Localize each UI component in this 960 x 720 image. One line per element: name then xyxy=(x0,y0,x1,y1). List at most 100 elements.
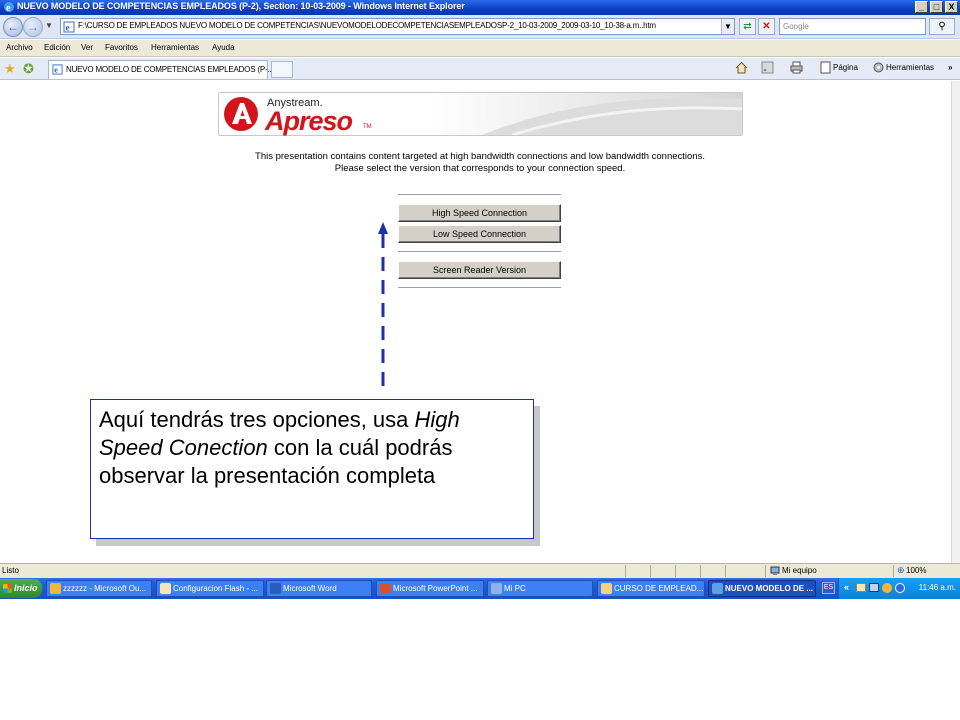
intro-line-1: This presentation contains content targe… xyxy=(255,151,705,162)
tools-gear-icon xyxy=(873,62,884,73)
tab-row: ★ ✪ e NUEVO MODELO DE COMPETENCIAS EMPLE… xyxy=(0,58,960,80)
menu-ayuda[interactable]: Ayuda xyxy=(212,43,235,52)
taskbar-item-label: Configuracion Flash - ... xyxy=(173,584,258,593)
status-bar: Listo Mi equipo ⊕ 100% xyxy=(0,563,960,578)
svg-text:e: e xyxy=(54,66,58,75)
window-titlebar: e NUEVO MODELO DE COMPETENCIAS EMPLEADOS… xyxy=(0,0,960,15)
history-dropdown-icon[interactable]: ▼ xyxy=(45,21,53,30)
clock: 11:46 a.m. xyxy=(918,583,956,592)
logo-apreso-text: Apreso xyxy=(265,106,353,136)
menu-archivo[interactable]: Archivo xyxy=(6,43,33,52)
status-divider xyxy=(700,565,701,577)
taskbar-item-label: NUEVO MODELO DE ... xyxy=(725,584,814,593)
menu-edicion[interactable]: Edición xyxy=(44,43,70,52)
search-input[interactable]: Google xyxy=(779,18,926,35)
intro-text: This presentation contains content targe… xyxy=(190,151,770,175)
taskbar-item-label: CURSO DE EMPLEAD... xyxy=(614,584,704,593)
tray-update-icon[interactable] xyxy=(895,583,905,593)
tray-mail-icon[interactable] xyxy=(856,583,866,592)
taskbar-item-label: Microsoft Word xyxy=(283,584,337,593)
status-divider xyxy=(650,565,651,577)
svg-text:e: e xyxy=(66,23,70,33)
tray-network-icon[interactable] xyxy=(869,583,879,592)
search-button[interactable]: ⚲ xyxy=(929,18,955,35)
address-dropdown-icon[interactable]: ▼ xyxy=(721,19,734,34)
vertical-scrollbar[interactable] xyxy=(951,81,960,563)
back-button[interactable]: ← xyxy=(3,17,23,37)
security-zone: Mi equipo xyxy=(782,566,817,575)
low-speed-button[interactable]: Low Speed Connection xyxy=(398,225,561,243)
high-speed-button[interactable]: High Speed Connection xyxy=(398,204,561,222)
favorites-star-icon[interactable]: ★ xyxy=(4,61,16,77)
home-icon[interactable] xyxy=(735,61,748,74)
pointer-arrow-annotation xyxy=(378,222,388,394)
mail-icon xyxy=(160,583,171,594)
logo-trademark: TM xyxy=(363,124,372,130)
status-divider xyxy=(893,565,894,577)
outlook-icon xyxy=(50,583,61,594)
address-input[interactable]: e F:\CURSO DE EMPLEADOS NUEVO MODELO DE … xyxy=(60,18,735,35)
address-row: ← → ▼ e F:\CURSO DE EMPLEADOS NUEVO MODE… xyxy=(0,15,960,39)
apreso-logo-icon xyxy=(224,97,258,131)
zoom-icon: ⊕ xyxy=(897,565,905,575)
forward-arrow-icon: → xyxy=(27,20,39,34)
tray-expand-chevron[interactable]: « xyxy=(844,582,849,592)
taskbar-item-config-flash[interactable]: Configuracion Flash - ... xyxy=(156,580,264,597)
tools-menu[interactable]: Herramientas xyxy=(886,63,934,72)
status-divider xyxy=(725,565,726,577)
tray-outlook-icon[interactable] xyxy=(882,583,892,593)
callout-text: Aquí tendrás tres opciones, usa High Spe… xyxy=(99,406,525,490)
tab-current[interactable]: e NUEVO MODELO DE COMPETENCIAS EMPLEADOS… xyxy=(48,60,274,79)
windows-flag-icon xyxy=(3,584,12,593)
add-favorite-icon[interactable]: ✪ xyxy=(23,61,34,77)
print-icon[interactable] xyxy=(790,61,803,74)
menu-ver[interactable]: Ver xyxy=(81,43,93,52)
back-arrow-icon: ← xyxy=(7,20,19,34)
page-menu-icon xyxy=(820,61,831,74)
svg-text:e: e xyxy=(6,3,11,13)
taskbar-item-label: Mi PC xyxy=(504,584,526,593)
folder-icon xyxy=(601,583,612,594)
apreso-logo-banner: Anystream. Apreso TM xyxy=(218,92,743,136)
forward-button[interactable]: → xyxy=(23,17,43,37)
taskbar-item-folder[interactable]: CURSO DE EMPLEAD... xyxy=(597,580,705,597)
more-commands-chevron[interactable]: » xyxy=(948,63,952,72)
close-button[interactable]: X xyxy=(945,1,958,13)
taskbar-item-label: Microsoft PowerPoint ... xyxy=(393,584,478,593)
callout-text-part1: Aquí tendrás tres opciones, usa xyxy=(99,407,415,432)
page-icon: e xyxy=(63,21,75,33)
powerpoint-icon xyxy=(380,583,391,594)
start-button[interactable]: Inicio xyxy=(0,579,42,598)
screen-reader-button[interactable]: Screen Reader Version xyxy=(398,261,561,279)
windows-taskbar: Inicio zzzzzz - Microsoft Ou... Configur… xyxy=(0,578,960,599)
minimize-button[interactable]: _ xyxy=(915,1,928,13)
status-divider xyxy=(765,565,766,577)
maximize-button[interactable]: □ xyxy=(930,1,943,13)
system-tray: « 11:46 a.m. xyxy=(838,578,960,599)
url-text: F:\CURSO DE EMPLEADOS NUEVO MODELO DE CO… xyxy=(78,21,656,30)
status-text: Listo xyxy=(2,566,19,575)
banner-swoosh-graphic xyxy=(482,98,742,135)
word-icon xyxy=(270,583,281,594)
ie-icon xyxy=(712,583,723,594)
zoom-level[interactable]: 100% xyxy=(906,566,926,575)
intro-line-2: Please select the version that correspon… xyxy=(334,163,626,174)
menu-favoritos[interactable]: Favoritos xyxy=(105,43,138,52)
taskbar-item-ie-active[interactable]: NUEVO MODELO DE ... xyxy=(708,580,816,597)
refresh-button[interactable]: ⇄ xyxy=(739,18,756,35)
instruction-callout: Aquí tendrás tres opciones, usa High Spe… xyxy=(90,399,534,539)
language-indicator[interactable]: ES xyxy=(822,582,835,594)
stop-button[interactable]: ✕ xyxy=(758,18,775,35)
taskbar-item-powerpoint[interactable]: Microsoft PowerPoint ... xyxy=(376,580,484,597)
menu-herramientas[interactable]: Herramientas xyxy=(151,43,199,52)
options-bottom-rule xyxy=(398,287,561,289)
computer-icon xyxy=(491,583,502,594)
rss-feed-icon[interactable] xyxy=(761,61,774,74)
taskbar-item-outlook[interactable]: zzzzzz - Microsoft Ou... xyxy=(46,580,152,597)
new-tab-button[interactable] xyxy=(271,61,293,78)
taskbar-item-label: zzzzzz - Microsoft Ou... xyxy=(63,584,147,593)
status-divider xyxy=(675,565,676,577)
taskbar-item-word[interactable]: Microsoft Word xyxy=(266,580,372,597)
taskbar-item-mi-pc[interactable]: Mi PC xyxy=(487,580,593,597)
page-menu[interactable]: Página xyxy=(833,63,858,72)
